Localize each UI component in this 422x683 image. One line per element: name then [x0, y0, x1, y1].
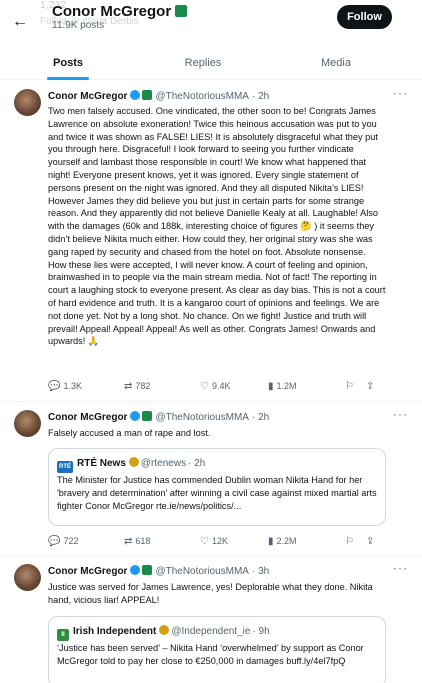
post-meta: Conor McGregor @TheNotoriousMMA · 3h [48, 565, 269, 577]
post-text: Two men falsely accused. One vindicated,… [48, 106, 386, 347]
reply-icon: 💬 [48, 536, 61, 547]
author-handle[interactable]: @TheNotoriousMMA [155, 412, 249, 423]
rte-logo: RTÉ [57, 461, 73, 473]
bookmark-icon[interactable]: ⚐ [345, 536, 354, 547]
repost-icon: ⇄ [124, 381, 133, 392]
heart-icon: ♡ [200, 536, 209, 547]
post-2[interactable]: Conor McGregor @TheNotoriousMMA · 2h ··· F… [0, 402, 422, 556]
views-button[interactable]: ▮ 2.2M [268, 536, 297, 547]
profile-name: Conor McGregor [52, 3, 188, 20]
author-name[interactable]: Conor McGregor [48, 566, 127, 577]
avatar[interactable] [14, 564, 41, 591]
verified-badge-icon [130, 565, 141, 575]
like-button[interactable]: ♡ 9.4K [200, 381, 230, 392]
post-meta: Conor McGregor @TheNotoriousMMA · 2h [48, 90, 269, 102]
verified-badge-icon [130, 90, 141, 100]
author-handle[interactable]: @TheNotoriousMMA [155, 91, 249, 102]
views-count: 1.2M [276, 381, 297, 391]
arrow-left-icon[interactable]: ← [9, 11, 31, 33]
reply-icon: 💬 [48, 381, 61, 392]
more-options-icon[interactable]: ··· [393, 86, 408, 100]
share-icon[interactable]: ⇪ [366, 381, 374, 392]
post-text: Justice was served for James Lawrence, y… [48, 582, 373, 605]
views-count: 2.2M [276, 536, 297, 546]
quoted-post-time: · 9h [252, 626, 270, 637]
reply-button[interactable]: 💬 722 [48, 536, 78, 547]
author-name[interactable]: Conor McGregor [48, 412, 127, 423]
post-actions: 💬 1.3K ⇄ 782 ♡ 9.4K ▮ 1.2M ⚐ ⇪ [48, 381, 378, 395]
quoted-author-name: RTÉ News [77, 458, 126, 469]
follow-button[interactable]: Follow [337, 5, 392, 29]
author-name[interactable]: Conor McGregor [48, 91, 127, 102]
quoted-author-handle: @rtenews [140, 458, 187, 469]
reply-count: 1.3K [63, 381, 82, 391]
like-button[interactable]: ♡ 12K [200, 536, 228, 547]
like-count: 12K [211, 536, 228, 546]
quoted-post[interactable]: RTÉ RTÉ News @rtenews · 2h The Minister for… [48, 448, 386, 526]
more-options-icon[interactable]: ··· [393, 407, 408, 421]
repost-button[interactable]: ⇄ 618 [124, 536, 150, 547]
tab-posts[interactable]: Posts [20, 46, 116, 80]
quoted-author-handle: @Independent_ie [171, 626, 251, 637]
post-time[interactable]: · 2h [252, 412, 269, 423]
tab-replies[interactable]: Replies [155, 46, 251, 80]
quoted-post-time: · 2h [188, 458, 206, 469]
repost-button[interactable]: ⇄ 782 [124, 381, 150, 392]
repost-count: 618 [135, 536, 151, 546]
avatar[interactable] [14, 89, 41, 116]
quoted-post-meta: RTÉ RTÉ News @rtenews · 2h [57, 457, 205, 473]
quoted-post-meta: II Irish Independent @Independent_ie · 9h [57, 625, 270, 641]
post-time[interactable]: · 3h [252, 566, 269, 577]
flag-badge-icon [175, 5, 188, 17]
verified-badge-icon [130, 411, 141, 421]
like-count: 9.4K [211, 381, 231, 391]
views-button[interactable]: ▮ 1.2M [268, 381, 297, 392]
post-text: Falsely accused a man of rape and lost. [48, 428, 211, 438]
quoted-post-text: The Minister for Justice has commended D… [57, 475, 377, 511]
reply-button[interactable]: 💬 1.3K [48, 381, 82, 392]
flag-badge-icon [142, 411, 153, 421]
independent-logo: II [57, 629, 69, 641]
analytics-icon: ▮ [268, 381, 274, 392]
post-meta: Conor McGregor @TheNotoriousMMA · 2h [48, 411, 269, 423]
analytics-icon: ▮ [268, 536, 274, 547]
repost-count: 782 [135, 381, 151, 391]
post-actions: 💬 722 ⇄ 618 ♡ 12K ▮ 2.2M ⚐ ⇪ [48, 536, 378, 550]
tab-media[interactable]: Media [288, 46, 384, 80]
profile-header: 1,232 Follow ltr ctoria Derbis ← Conor M… [0, 0, 422, 40]
quoted-author-name: Irish Independent [73, 626, 157, 637]
profile-name-text: Conor McGregor [52, 3, 172, 20]
post-time[interactable]: · 2h [252, 91, 269, 102]
bookmark-icon[interactable]: ⚐ [345, 381, 354, 392]
flag-badge-icon [142, 565, 153, 575]
quoted-post[interactable]: II Irish Independent @Independent_ie · 9h ‘… [48, 616, 386, 683]
quoted-post-text: ‘Justice has been served’ – Nikita Hand … [57, 643, 364, 666]
repost-icon: ⇄ [124, 536, 133, 547]
reply-count: 722 [63, 536, 79, 546]
more-options-icon[interactable]: ··· [393, 561, 408, 575]
flag-badge-icon [142, 90, 153, 100]
posts-count: 11.9K posts [52, 20, 105, 31]
author-handle[interactable]: @TheNotoriousMMA [155, 566, 249, 577]
post-3[interactable]: Conor McGregor @TheNotoriousMMA · 3h ··· J… [0, 556, 422, 683]
gold-verified-icon [128, 457, 139, 467]
heart-icon: ♡ [200, 381, 209, 392]
active-tab-indicator [47, 77, 89, 80]
avatar[interactable] [14, 410, 41, 437]
post-1[interactable]: Conor McGregor @TheNotoriousMMA · 2h ··· T… [0, 81, 422, 402]
share-icon[interactable]: ⇪ [366, 536, 374, 547]
gold-verified-icon [159, 625, 170, 635]
profile-tabs: Posts Replies Media [0, 46, 422, 80]
